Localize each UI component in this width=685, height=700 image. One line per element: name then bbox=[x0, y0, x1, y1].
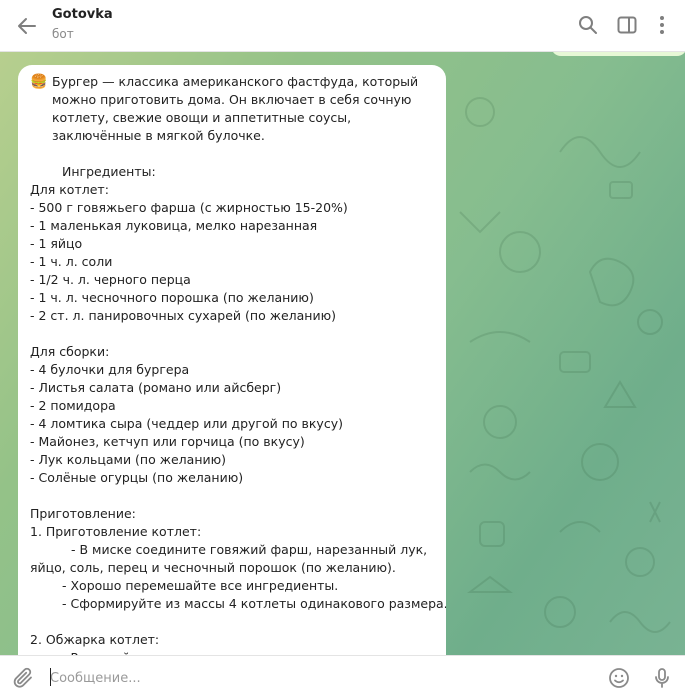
message-input[interactable] bbox=[50, 666, 550, 690]
message-intro: 🍔 Бургер — классика американского фастфу… bbox=[30, 73, 434, 145]
more-vertical-icon[interactable] bbox=[650, 13, 674, 37]
message-line: - Лук кольцами (по желанию) bbox=[30, 452, 227, 467]
message-line: - Солёные огурцы (по желанию) bbox=[30, 470, 244, 485]
message-line: - 4 булочки для бургера bbox=[30, 362, 190, 377]
message-bubble: 🍔 Бургер — классика американского фастфу… bbox=[18, 65, 446, 655]
message-intro-text: Бургер — классика американского фастфуда… bbox=[52, 74, 419, 143]
message-line: Для сборки: bbox=[30, 344, 110, 359]
back-arrow-icon[interactable] bbox=[15, 14, 39, 38]
message-line: - В миске соедините говяжий фарш, нареза… bbox=[71, 542, 428, 557]
message-line: - 1 яйцо bbox=[30, 236, 83, 251]
message-line: - Майонез, кетчуп или горчица (по вкусу) bbox=[30, 434, 305, 449]
message-line: Для котлет: bbox=[30, 182, 109, 197]
message-body: Ингредиенты: Для котлет: - 500 г говяжьего… bbox=[30, 145, 446, 655]
chat-header: Gotovka бот bbox=[0, 0, 685, 52]
burger-emoji: 🍔 bbox=[30, 74, 48, 90]
message-line: - 1 ч. л. чесночного порошка (по желанию… bbox=[30, 290, 314, 305]
message-line: - 4 ломтика сыра (чеддер или другой по в… bbox=[30, 416, 343, 431]
message-line: - 500 г говяжьего фарша (с жирностью 15-… bbox=[30, 200, 348, 215]
message-line: Приготовление: bbox=[30, 506, 136, 521]
smile-icon[interactable] bbox=[607, 666, 631, 690]
message-line: - 1/2 ч. л. черного перца bbox=[30, 272, 191, 287]
message-line: 2. Обжарка котлет: bbox=[30, 632, 160, 647]
message-line: 1. Приготовление котлет: bbox=[30, 524, 202, 539]
message-line: - Хорошо перемешайте все ингредиенты. bbox=[62, 578, 339, 593]
microphone-icon[interactable] bbox=[650, 666, 674, 690]
message-composer bbox=[0, 655, 685, 700]
chat-title[interactable]: Gotovka bbox=[52, 7, 113, 22]
message-line: Ингредиенты: bbox=[62, 164, 156, 179]
text-caret bbox=[50, 668, 51, 686]
message-line: - 1 маленькая луковица, мелко нарезанная bbox=[30, 218, 318, 233]
paperclip-icon[interactable] bbox=[11, 666, 35, 690]
message-line: - 2 помидора bbox=[30, 398, 116, 413]
sidebar-toggle-icon[interactable] bbox=[615, 13, 639, 37]
search-icon[interactable] bbox=[576, 13, 600, 37]
message-line: - Листья салата (романо или айсберг) bbox=[30, 380, 282, 395]
chat-area[interactable]: 🍔 Бургер — классика американского фастфу… bbox=[0, 52, 685, 655]
message-line: - 2 ст. л. панировочных сухарей (по жела… bbox=[30, 308, 336, 323]
previous-message-bubble bbox=[551, 52, 685, 56]
message-line: яйцо, соль, перец и чесночный порошок (п… bbox=[30, 560, 396, 575]
chat-subtitle: бот bbox=[52, 27, 74, 41]
message-line: - 1 ч. л. соли bbox=[30, 254, 113, 269]
message-line: - Сформируйте из массы 4 котлеты одинако… bbox=[62, 596, 446, 611]
